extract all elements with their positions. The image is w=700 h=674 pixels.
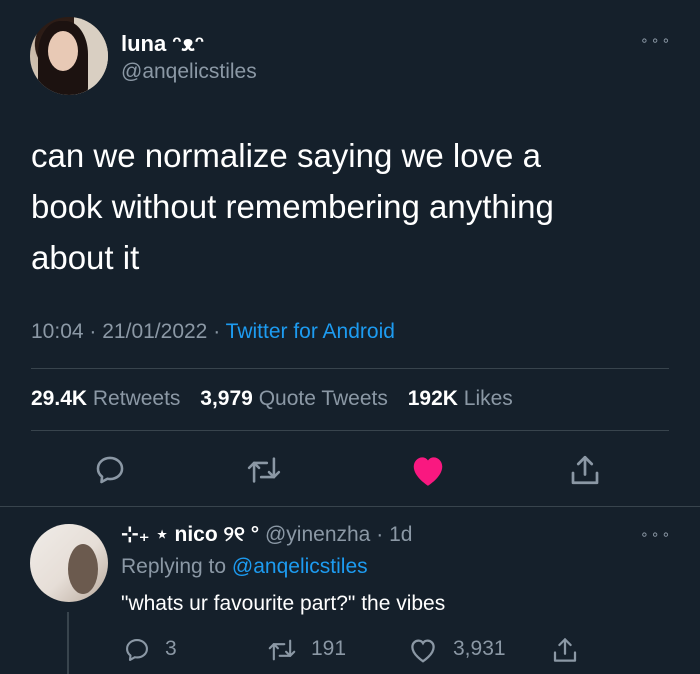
quotes-count: 3,979 <box>200 387 253 410</box>
retweet-icon[interactable] <box>262 634 302 666</box>
reply-text: "whats ur favourite part?" the vibes <box>121 592 446 615</box>
heart-icon[interactable] <box>405 448 451 492</box>
tweet-date[interactable]: 21/01/2022 <box>102 320 207 343</box>
retweets-label: Retweets <box>92 387 181 410</box>
tweet-text-line: book without remembering anything <box>31 188 554 225</box>
reply-count: 3 <box>165 637 177 660</box>
reply-icon[interactable] <box>90 450 130 490</box>
likes-stat[interactable]: 192K Likes <box>408 387 513 410</box>
author-avatar[interactable] <box>30 17 108 95</box>
author-name[interactable]: luna ᵔᴥᵔ <box>121 31 204 57</box>
tweet-source[interactable]: Twitter for Android <box>226 320 395 343</box>
meta-separator: · <box>376 523 384 546</box>
likes-count: 192K <box>407 387 458 410</box>
more-icon[interactable]: ∘∘∘ <box>640 32 672 49</box>
meta-separator: · <box>213 320 221 343</box>
tweet-time[interactable]: 10:04 <box>31 320 84 343</box>
quotes-stat[interactable]: 3,979 Quote Tweets <box>200 387 388 410</box>
divider <box>0 506 700 507</box>
tweet-text-line: about it <box>31 239 140 276</box>
tweet-text: can we normalize saying we love a book w… <box>31 130 671 283</box>
share-icon[interactable] <box>548 633 582 667</box>
reply-author-avatar[interactable] <box>30 524 108 602</box>
reply-age[interactable]: 1d <box>389 523 412 546</box>
replying-to: Replying to @anqelicstiles <box>121 555 368 579</box>
reply-author-handle[interactable]: @yinenzha <box>265 523 370 546</box>
likes-label: Likes <box>463 387 513 410</box>
like-count: 3,931 <box>453 637 506 660</box>
tweet-meta: 10:04 · 21/01/2022 · Twitter for Android <box>31 320 395 344</box>
reply-header: ⊹₊ ⋆ nico ୨୧ ° @yinenzha · 1d <box>121 522 412 547</box>
replying-label: Replying to <box>121 555 227 578</box>
reply-icon[interactable] <box>120 634 154 666</box>
retweet-icon[interactable] <box>240 450 288 490</box>
thread-line <box>67 612 69 674</box>
share-icon[interactable] <box>565 450 605 490</box>
tweet-text-line: can we normalize saying we love a <box>31 137 541 174</box>
retweet-count: 191 <box>311 637 347 660</box>
heart-icon[interactable] <box>405 634 441 666</box>
tweet-stats: 29.4K Retweets 3,979 Quote Tweets 192K L… <box>31 387 527 411</box>
reply-author-name[interactable]: ⊹₊ ⋆ nico ୨୧ ° <box>121 523 259 546</box>
divider <box>31 430 669 431</box>
retweets-count: 29.4K <box>31 387 88 410</box>
author-handle[interactable]: @anqelicstiles <box>121 60 257 84</box>
more-icon[interactable]: ∘∘∘ <box>640 526 672 543</box>
retweets-stat[interactable]: 29.4K Retweets <box>31 387 180 410</box>
replying-handle[interactable]: @anqelicstiles <box>232 555 368 578</box>
divider <box>31 368 669 369</box>
quotes-label: Quote Tweets <box>258 387 388 410</box>
meta-separator: · <box>89 320 97 343</box>
